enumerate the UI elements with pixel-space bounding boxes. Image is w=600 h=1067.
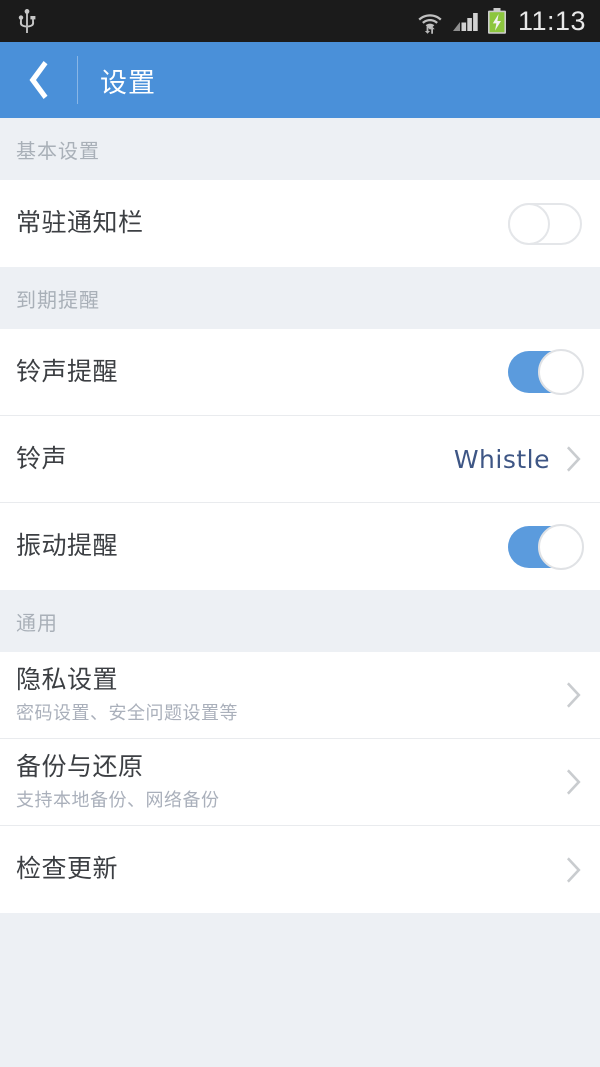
row-title: 隐私设置	[16, 664, 119, 694]
row-ringtone-reminder[interactable]: 铃声提醒	[0, 329, 600, 416]
row-control	[566, 856, 582, 884]
battery-charging-icon	[487, 8, 506, 34]
row-persistent-notification[interactable]: 常驻通知栏	[0, 180, 600, 267]
settings-list: 基本设置 常驻通知栏 到期提醒 铃声提醒 铃声 Whistle 振动提醒 通用 …	[0, 118, 600, 1067]
toggle-knob	[538, 349, 584, 395]
row-control	[566, 681, 582, 709]
row-ringtone[interactable]: 铃声 Whistle	[0, 416, 600, 503]
back-button[interactable]	[0, 42, 78, 118]
row-title: 检查更新	[16, 854, 119, 884]
status-bar-clock: 11:13	[517, 5, 586, 36]
usb-icon	[18, 9, 36, 33]
row-text-block: 备份与还原 支持本地备份、网络备份	[16, 751, 566, 811]
row-control	[508, 349, 584, 395]
toggle-knob	[538, 523, 584, 570]
row-title: 常驻通知栏	[16, 208, 144, 238]
status-bar: 11:13	[0, 0, 600, 42]
app-bar: 设置	[0, 42, 600, 118]
chevron-left-icon	[29, 61, 48, 99]
toggle-persistent-notification[interactable]	[508, 202, 582, 245]
section-header-general: 通用	[0, 590, 600, 652]
toggle-ringtone-reminder[interactable]	[508, 349, 584, 395]
chevron-right-icon	[567, 682, 581, 708]
chevron-right-icon	[567, 856, 581, 883]
page-filler	[0, 913, 600, 1067]
row-title: 备份与还原	[16, 751, 144, 781]
row-text-block: 隐私设置 密码设置、安全问题设置等	[16, 664, 566, 724]
row-title: 铃声	[16, 443, 68, 473]
chevron-right-icon	[567, 769, 581, 795]
row-text-block: 铃声	[16, 443, 454, 474]
status-bar-left-icons	[18, 9, 36, 33]
toggle-vibration-reminder[interactable]	[508, 523, 584, 570]
row-control	[508, 523, 584, 570]
row-backup-restore[interactable]: 备份与还原 支持本地备份、网络备份	[0, 739, 600, 826]
section-group-basic: 常驻通知栏	[0, 180, 600, 267]
section-header-expiry: 到期提醒	[0, 267, 600, 329]
row-subtitle: 支持本地备份、网络备份	[16, 789, 220, 811]
row-control	[566, 768, 582, 796]
row-text-block: 常驻通知栏	[16, 208, 508, 238]
signal-bars-icon	[452, 13, 478, 31]
chevron-right-icon	[567, 446, 581, 472]
row-text-block: 振动提醒	[16, 531, 508, 561]
toggle-knob	[508, 202, 550, 245]
row-subtitle: 密码设置、安全问题设置等	[16, 702, 238, 724]
row-text-block: 铃声提醒	[16, 356, 508, 387]
row-value-ringtone: Whistle	[453, 444, 550, 474]
section-group-expiry: 铃声提醒 铃声 Whistle 振动提醒	[0, 329, 600, 590]
row-privacy-settings[interactable]: 隐私设置 密码设置、安全问题设置等	[0, 652, 600, 739]
row-text-block: 检查更新	[16, 854, 566, 884]
section-group-general: 隐私设置 密码设置、安全问题设置等 备份与还原 支持本地备份、网络备份 检查更新	[0, 652, 600, 913]
row-check-update[interactable]: 检查更新	[0, 826, 600, 913]
row-control	[508, 202, 582, 245]
row-title: 铃声提醒	[16, 356, 119, 386]
section-header-basic: 基本设置	[0, 118, 600, 180]
row-title: 振动提醒	[16, 531, 119, 561]
page-title: 设置	[100, 67, 156, 99]
row-control: Whistle	[454, 445, 582, 474]
status-bar-right-icons: 11:13	[417, 5, 586, 36]
wifi-icon	[418, 14, 442, 34]
row-vibration-reminder[interactable]: 振动提醒	[0, 503, 600, 590]
